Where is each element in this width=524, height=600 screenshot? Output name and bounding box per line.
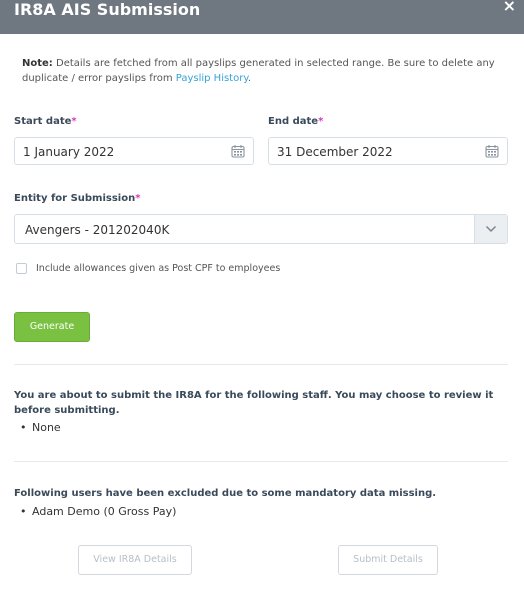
modal-header: IR8A AIS Submission ×: [0, 0, 524, 34]
note-prefix: Note:: [22, 58, 53, 69]
payslip-history-link[interactable]: Payslip History: [176, 73, 248, 84]
list-item: • None: [20, 421, 61, 434]
submit-info-text: You are about to submit the IR8A for the…: [14, 390, 494, 416]
entity-label: Entity for Submission*: [14, 193, 141, 204]
view-ir8a-details-button[interactable]: View IR8A Details: [78, 545, 192, 575]
required-mark: *: [71, 116, 77, 127]
divider: [14, 364, 508, 365]
close-icon[interactable]: ×: [503, 0, 516, 15]
entity-value: Avengers - 201202040K: [25, 223, 170, 237]
calendar-icon[interactable]: [485, 144, 499, 158]
entity-select[interactable]: Avengers - 201202040K: [14, 214, 508, 244]
note-suffix: .: [247, 73, 252, 84]
note-text: Note: Details are fetched from all paysl…: [22, 56, 508, 86]
note-body: Details are fetched from all payslips ge…: [22, 58, 495, 84]
chevron-down-icon[interactable]: [474, 215, 507, 243]
end-date-input[interactable]: 31 December 2022: [268, 137, 508, 165]
start-date-label: Start date*: [14, 116, 77, 127]
post-cpf-checkbox-label[interactable]: Include allowances given as Post CPF to …: [36, 263, 280, 275]
start-date-value: 1 January 2022: [23, 145, 115, 159]
submit-details-button[interactable]: Submit Details: [338, 545, 438, 575]
divider: [14, 461, 508, 462]
generate-button[interactable]: Generate: [14, 312, 90, 342]
end-date-label: End date*: [268, 116, 324, 127]
required-mark: *: [318, 116, 324, 127]
post-cpf-checkbox[interactable]: [16, 263, 27, 274]
start-date-input[interactable]: 1 January 2022: [14, 137, 254, 165]
modal-title: IR8A AIS Submission: [14, 0, 201, 19]
end-date-value: 31 December 2022: [277, 145, 393, 159]
calendar-icon[interactable]: [231, 144, 245, 158]
required-mark: *: [135, 193, 141, 204]
list-item: • Adam Demo (0 Gross Pay): [20, 505, 177, 518]
excluded-info-text: Following users have been excluded due t…: [14, 488, 437, 499]
